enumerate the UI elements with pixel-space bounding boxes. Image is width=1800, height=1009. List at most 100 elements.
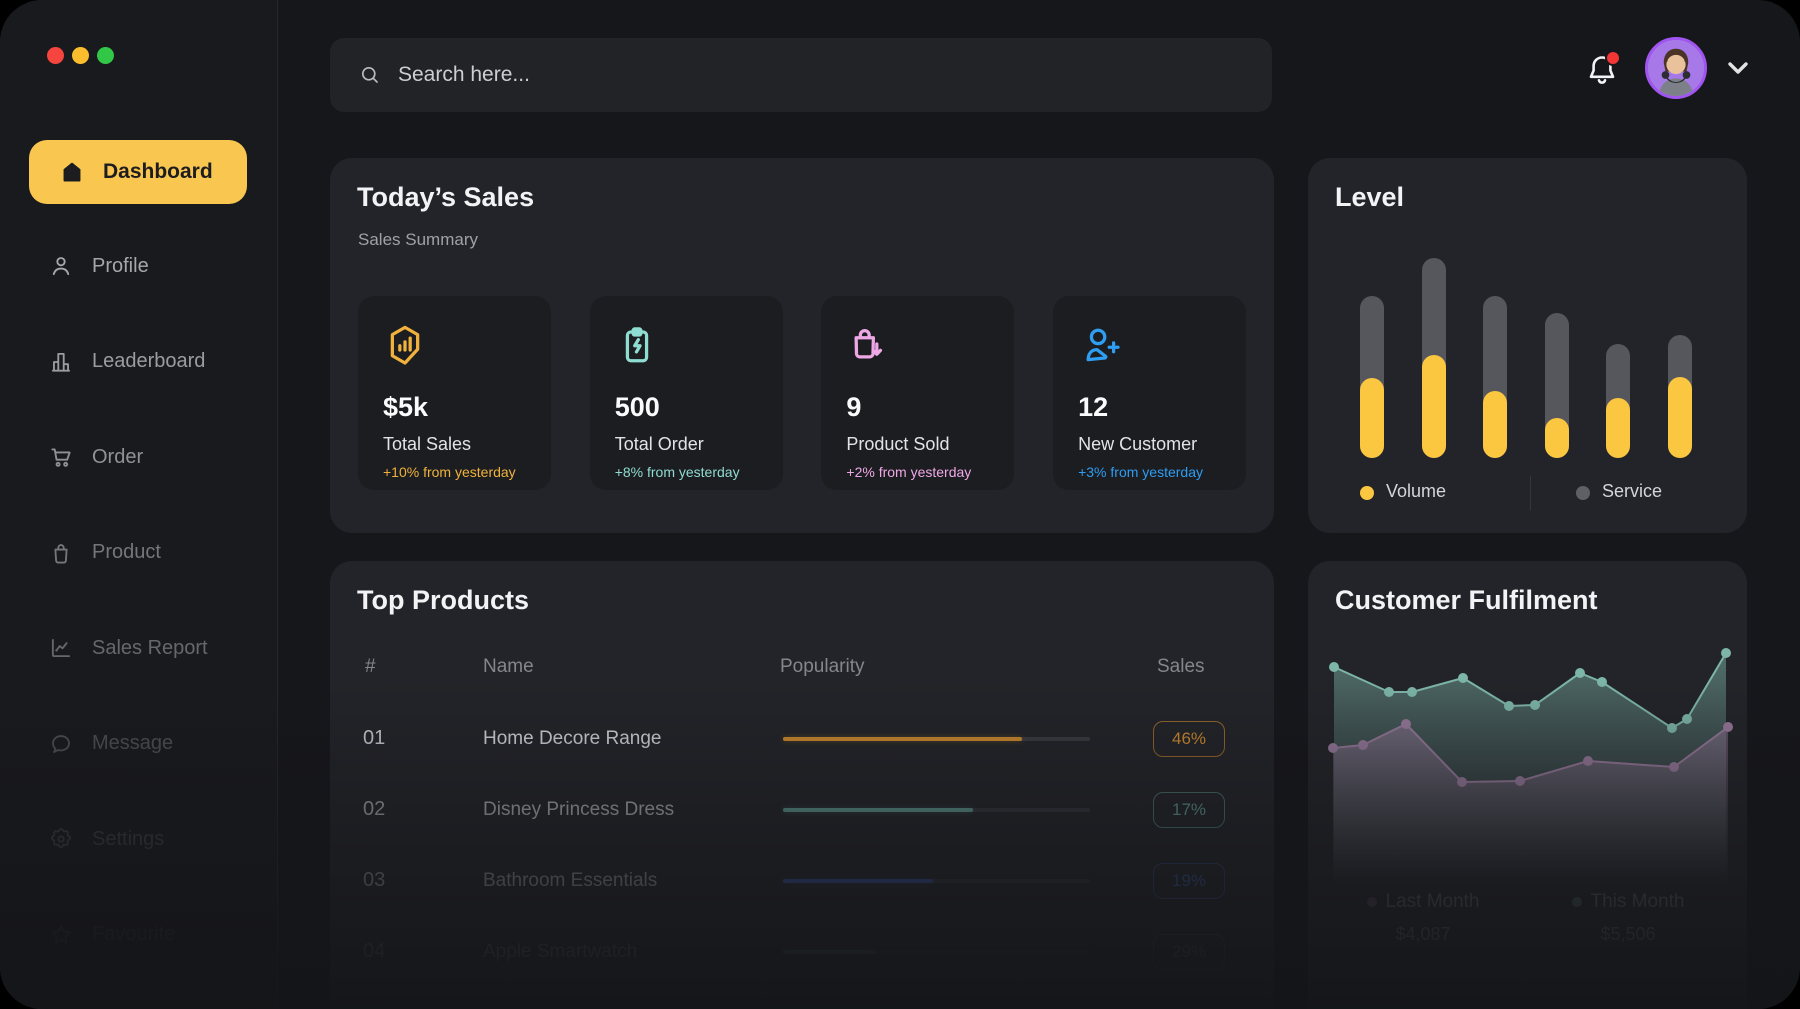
data-point	[1384, 687, 1394, 697]
data-point	[1530, 700, 1540, 710]
data-point	[1407, 687, 1417, 697]
level-legend: Volume Service	[1308, 478, 1747, 508]
table-row-product-01: 01 Home Decore Range 46%	[330, 719, 1274, 759]
data-point	[1583, 756, 1593, 766]
window-control-close[interactable]	[47, 47, 64, 64]
sidebar-item-label: Sales Report	[92, 637, 208, 660]
legend-dot	[1572, 897, 1582, 907]
legend-value: $4,087	[1323, 924, 1523, 945]
customer-fulfilment-card: Customer Fulfilment Last Month$4,087This…	[1308, 561, 1747, 1009]
data-point	[1682, 714, 1692, 724]
product-name: Bathroom Essentials	[483, 870, 657, 892]
stat-value: $5k	[383, 392, 428, 423]
popularity-bar	[783, 950, 1090, 954]
sidebar-item-profile[interactable]: Profile	[29, 234, 247, 298]
customer-fulfilment-area-chart	[1324, 645, 1734, 905]
data-point	[1358, 740, 1368, 750]
leaderboard-icon	[48, 349, 74, 375]
sidebar-item-dashboard[interactable]: Dashboard	[29, 140, 247, 204]
legend-dot	[1367, 897, 1377, 907]
column-header-number: #	[365, 656, 376, 678]
todays-sales-card: Today’s Sales Sales Summary $5k Total Sal…	[330, 158, 1274, 533]
legend-label: This Month	[1591, 891, 1685, 912]
sidebar-item-message[interactable]: Message	[29, 712, 247, 776]
user-photo	[1648, 40, 1704, 96]
sidebar-item-sales-report[interactable]: Sales Report	[29, 616, 247, 680]
sidebar-item-leaderboard[interactable]: Leaderboard	[29, 330, 247, 394]
table-row-product-04: 04Apple Smartwatch29%	[330, 932, 1274, 972]
level-card: Level VolumeService	[1308, 158, 1747, 533]
legend-dot	[1576, 486, 1590, 500]
user-icon	[48, 253, 74, 279]
avatar[interactable]	[1645, 37, 1707, 99]
search-bar[interactable]	[330, 38, 1272, 112]
data-point	[1515, 776, 1525, 786]
card-title: Top Products	[357, 585, 529, 616]
card-title: Today’s Sales	[357, 182, 534, 213]
product-name: Disney Princess Dress	[483, 799, 674, 821]
level-bar	[1422, 258, 1446, 458]
home-icon	[59, 159, 85, 185]
popularity-bar	[783, 808, 1090, 812]
data-point	[1401, 719, 1411, 729]
sidebar-item-order[interactable]: Order	[29, 425, 247, 489]
dashboard-window: Dashboard Profile Leaderboard Order Product…	[0, 0, 1800, 1009]
sidebar-item-label: Message	[92, 732, 173, 755]
data-point	[1457, 777, 1467, 787]
window-control-minimize[interactable]	[72, 47, 89, 64]
star-icon	[48, 922, 74, 948]
bag-icon	[48, 540, 74, 566]
notification-badge	[1605, 50, 1621, 66]
sidebar-item-label: Favourite	[92, 923, 175, 946]
stat-card-total-order: 500 Total Order +8% from yesterday	[590, 296, 783, 490]
sidebar-item-settings[interactable]: Settings	[29, 807, 247, 871]
sidebar-item-favourite[interactable]: Favourite	[29, 903, 247, 967]
legend-label: Volume	[1386, 481, 1446, 502]
data-point	[1667, 723, 1677, 733]
chevron-down-icon[interactable]	[1722, 55, 1754, 81]
row-index: 01	[363, 727, 385, 750]
stat-label: Total Sales	[383, 434, 471, 455]
data-point	[1669, 762, 1679, 772]
sidebar-item-label: Order	[92, 446, 143, 469]
table-row-product-02: 02 Disney Princess Dress 17%	[330, 790, 1274, 830]
sidebar: Dashboard Profile Leaderboard Order Product…	[0, 0, 278, 1009]
stat-value: 12	[1078, 392, 1108, 423]
top-products-card: Top Products # Name Popularity Sales 01H…	[330, 561, 1274, 1009]
sales-badge: 19%	[1153, 863, 1225, 899]
sidebar-item-label: Settings	[92, 828, 164, 851]
level-bar	[1668, 335, 1692, 458]
window-control-zoom[interactable]	[97, 47, 114, 64]
card-subtitle: Sales Summary	[358, 230, 478, 250]
row-index: 02	[363, 798, 385, 821]
legend-dot	[1360, 486, 1374, 500]
stat-label: Total Order	[615, 434, 704, 455]
column-header-popularity: Popularity	[780, 656, 865, 678]
row-index: 03	[363, 869, 385, 892]
level-bar	[1360, 296, 1384, 458]
gear-icon	[48, 826, 74, 852]
sidebar-item-label: Dashboard	[103, 160, 213, 184]
sidebar-item-label: Profile	[92, 255, 149, 278]
stat-card-product-sold: 9Product Sold+2% from yesterday	[821, 296, 1014, 490]
legend-label: Service	[1602, 481, 1662, 502]
stat-card-new-customer: 12New Customer+3% from yesterday	[1053, 296, 1246, 490]
sales-badge: 46%	[1153, 721, 1225, 757]
product-name: Home Decore Range	[483, 728, 661, 750]
stat-label: New Customer	[1078, 434, 1197, 455]
data-point	[1723, 722, 1733, 732]
stat-value: 500	[615, 392, 660, 423]
level-bar	[1483, 296, 1507, 458]
sidebar-item-label: Product	[92, 541, 161, 564]
sidebar-item-product[interactable]: Product	[29, 521, 247, 585]
stat-delta: +8% from yesterday	[615, 464, 740, 480]
legend-label: Last Month	[1386, 891, 1480, 912]
search-icon	[358, 63, 382, 87]
data-point	[1597, 677, 1607, 687]
sales-badge: 17%	[1153, 792, 1225, 828]
sales-badge: 29%	[1153, 934, 1225, 970]
data-point	[1575, 668, 1585, 678]
notification-bell-icon[interactable]	[1584, 52, 1620, 88]
search-input[interactable]	[396, 62, 1220, 88]
data-point	[1328, 743, 1338, 753]
